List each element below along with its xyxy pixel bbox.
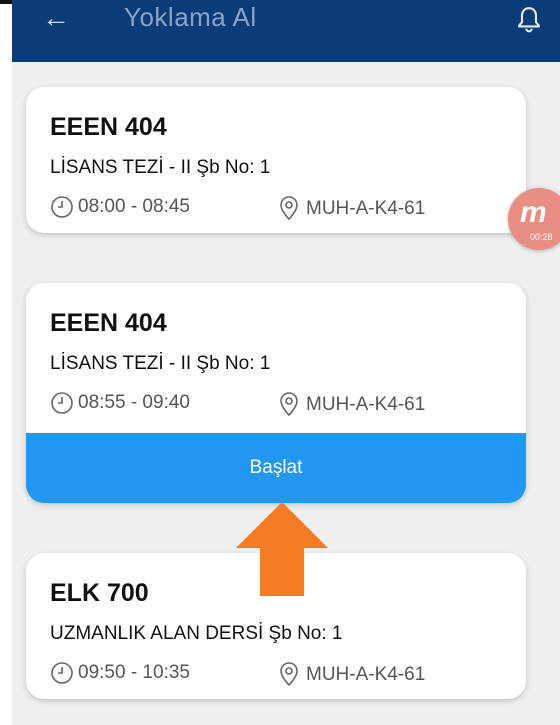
bell-icon[interactable] — [516, 6, 542, 34]
clock-icon — [51, 662, 73, 684]
lesson-time: 08:55 - 09:40 — [50, 391, 190, 415]
lesson-card[interactable]: EEEN 404 LİSANS TEZİ - II Şb No: 1 08:00… — [26, 87, 526, 233]
lesson-location: MUH-A-K4-61 — [276, 195, 425, 223]
location-text: MUH-A-K4-61 — [306, 394, 426, 415]
recording-time: 00:28 — [530, 232, 553, 242]
time-text: 09:50 - 10:35 — [78, 662, 190, 683]
clock-icon — [51, 392, 73, 414]
course-code: EEEN 404 — [50, 309, 167, 337]
lesson-time: 08:00 - 08:45 — [50, 195, 190, 219]
location-pin-icon — [280, 196, 298, 221]
course-description: UZMANLIK ALAN DERSİ Şb No: 1 — [50, 623, 343, 644]
start-button[interactable]: Başlat — [26, 433, 526, 503]
course-description: LİSANS TEZİ - II Şb No: 1 — [50, 157, 271, 178]
back-arrow-icon[interactable]: ← — [42, 4, 70, 32]
page-title: Yoklama Al — [124, 2, 257, 32]
location-text: MUH-A-K4-61 — [306, 198, 426, 219]
lesson-location: MUH-A-K4-61 — [276, 661, 425, 689]
location-pin-icon — [280, 392, 298, 417]
up-arrow-annotation-icon — [236, 502, 328, 596]
lesson-time: 09:50 - 10:35 — [50, 661, 190, 685]
course-description: LİSANS TEZİ - II Şb No: 1 — [50, 353, 271, 374]
app-bar: ← Yoklama Al — [12, 0, 560, 62]
location-pin-icon — [280, 662, 298, 687]
clock-icon — [51, 196, 73, 218]
recorder-logo-icon: m — [520, 196, 547, 229]
course-code: ELK 700 — [50, 579, 149, 607]
time-text: 08:00 - 08:45 — [78, 196, 190, 217]
course-code: EEEN 404 — [50, 113, 167, 141]
location-text: MUH-A-K4-61 — [306, 664, 426, 685]
time-text: 08:55 - 09:40 — [78, 392, 190, 413]
lesson-card-active[interactable]: EEEN 404 LİSANS TEZİ - II Şb No: 1 08:55… — [26, 283, 526, 503]
lesson-location: MUH-A-K4-61 — [276, 391, 425, 419]
